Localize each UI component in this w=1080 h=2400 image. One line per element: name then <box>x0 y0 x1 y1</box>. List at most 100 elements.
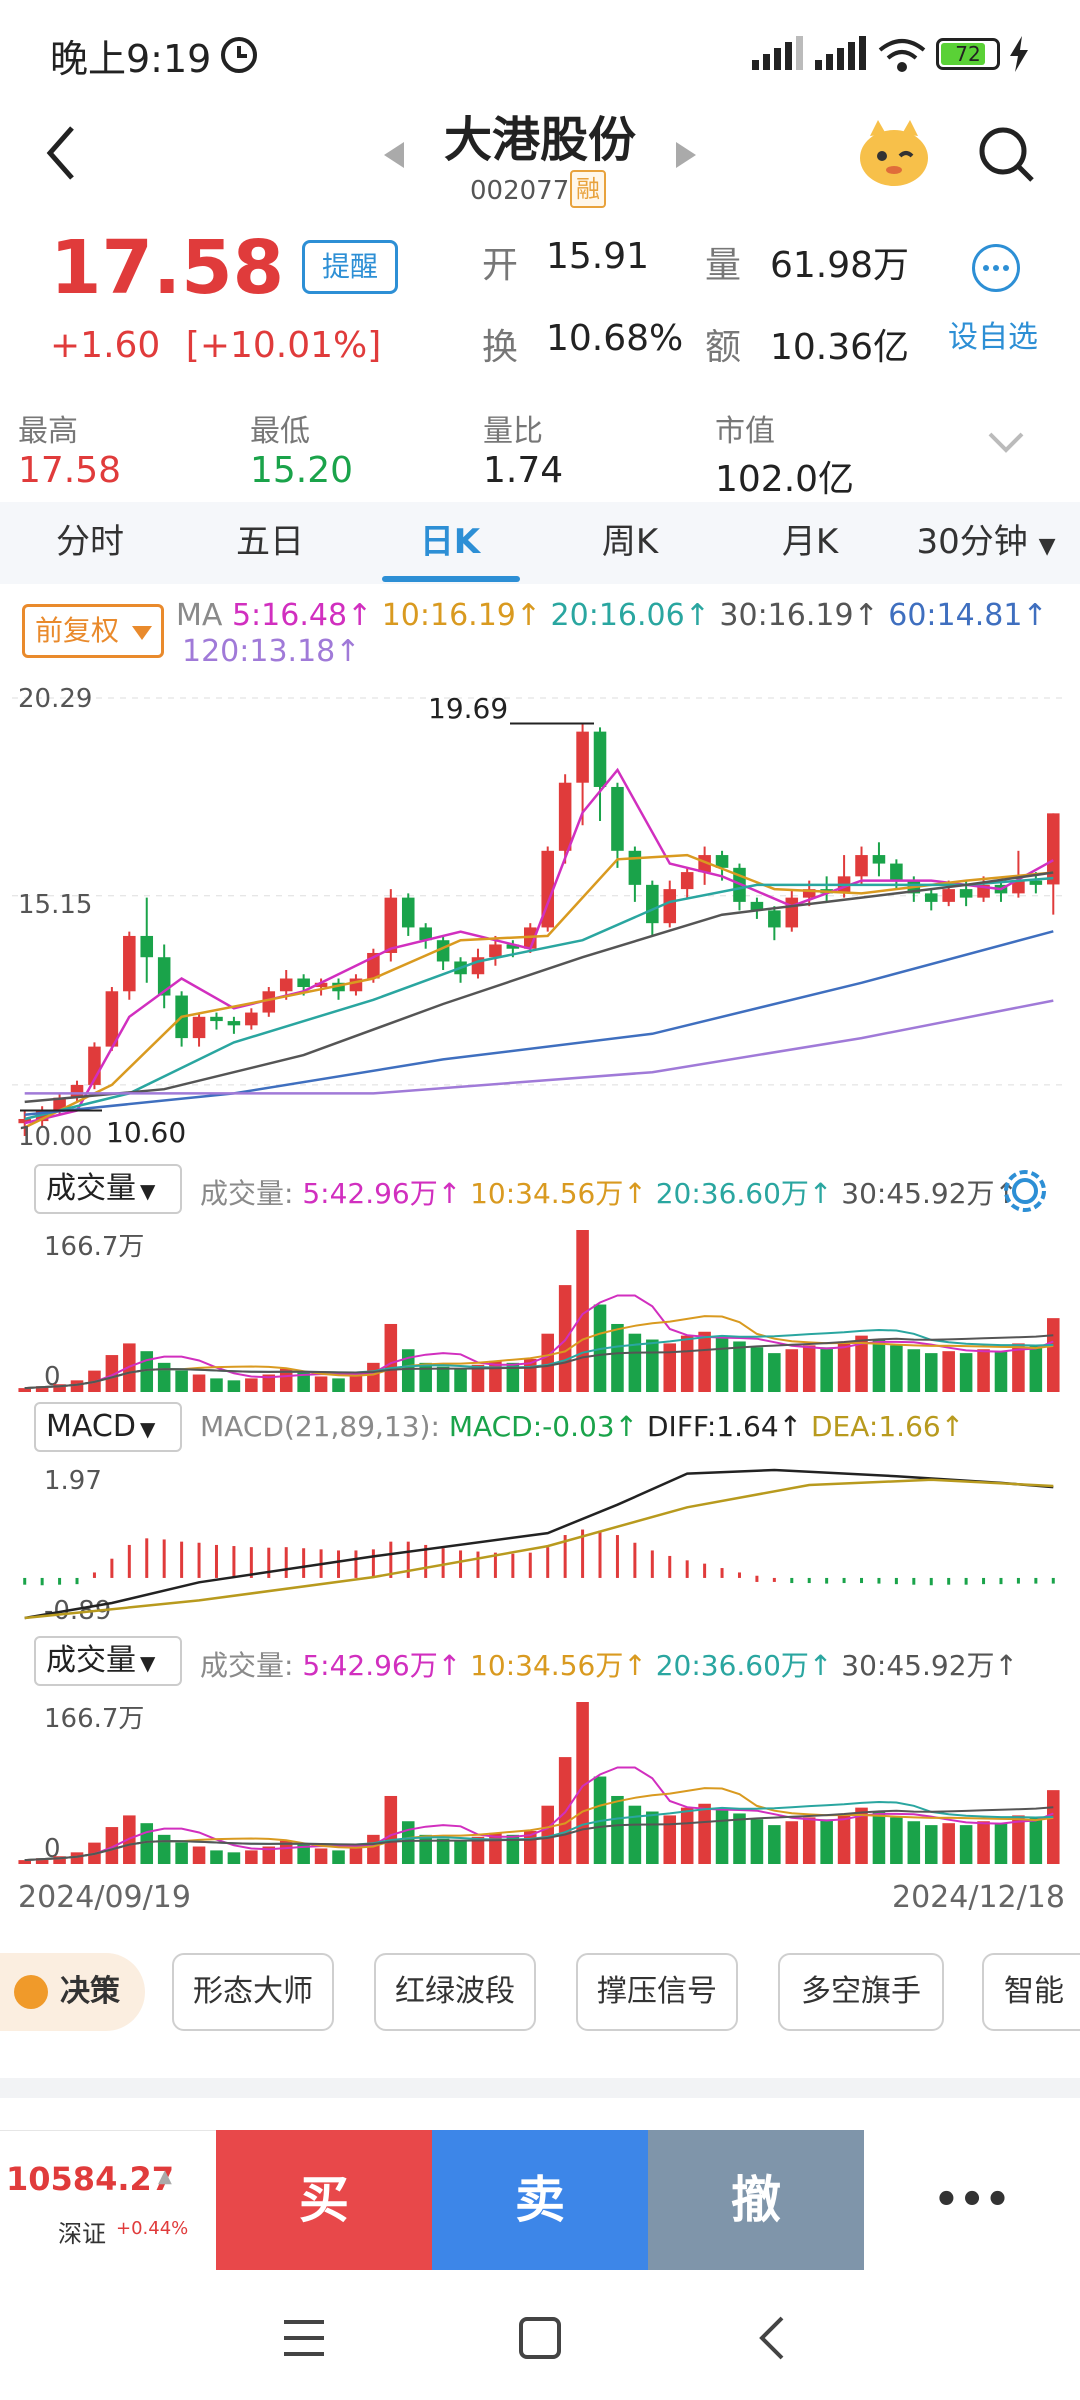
volume-indicator-label-2: 成交量 <box>46 1643 136 1678</box>
candle <box>1029 880 1043 885</box>
open-label: 开 <box>482 245 519 286</box>
volume-bar <box>332 1378 345 1392</box>
index-up-icon: ▲ <box>158 2166 172 2187</box>
nav-back-icon[interactable] <box>756 2314 786 2362</box>
axis-bottom-label: 10.00 <box>18 1122 93 1152</box>
mascot-icon[interactable] <box>856 118 932 190</box>
kline-chart[interactable] <box>0 670 1080 1158</box>
volume-indicator-dropdown[interactable]: 成交量 ▼ <box>34 1164 182 1214</box>
volume-bar <box>715 1809 729 1864</box>
index-pct: +0.44% <box>116 2218 189 2239</box>
volume-bar <box>1029 1345 1043 1392</box>
volume-bar <box>680 1807 694 1864</box>
index-name: 深证 <box>58 2220 106 2248</box>
candle <box>628 850 642 885</box>
stat-low-value: 15.20 <box>250 450 354 491</box>
volume-bar <box>454 1840 467 1864</box>
period-tabs: 分时 五日 日K 周K 月K 30分钟 ▼ <box>0 502 1080 584</box>
volume-legend-item: 30:45.92万↑ <box>832 1177 1018 1210</box>
volume-bar <box>698 1331 711 1392</box>
volume-bar <box>994 1823 1008 1864</box>
volume-bar <box>872 1811 886 1864</box>
volume-bar <box>436 1366 450 1392</box>
home-icon[interactable] <box>518 2316 562 2360</box>
stat-high-value: 17.58 <box>18 450 122 491</box>
volume-bar <box>384 1323 398 1392</box>
macd-chart[interactable] <box>0 1456 1080 1628</box>
tab-weekly-k[interactable]: 周K <box>570 502 690 584</box>
tab-monthly-k[interactable]: 月K <box>750 502 870 584</box>
index-value[interactable]: 10584.27 <box>6 2160 174 2198</box>
stat-volratio-value: 1.74 <box>483 450 564 491</box>
ma120-legend: 120:13.18↑ <box>182 634 361 669</box>
tab-daily-k[interactable]: 日K <box>390 502 510 584</box>
chip-support-signal[interactable]: 撑压信号 <box>576 1953 738 2031</box>
candle <box>123 935 136 992</box>
menu-icon[interactable] <box>282 2318 326 2358</box>
volume-bar <box>733 1341 746 1392</box>
signal-icon <box>752 36 803 70</box>
cancel-order-button[interactable]: 撤 <box>648 2130 864 2270</box>
volume-bar <box>646 1339 659 1392</box>
stat-volratio-label: 量比 <box>483 414 543 449</box>
volume-bar <box>227 1380 241 1392</box>
volume-chart[interactable] <box>0 1220 1080 1396</box>
volume-legend-item: 20:36.60万↑ <box>646 1177 833 1210</box>
chip-pattern-master[interactable]: 形态大师 <box>172 1953 334 2031</box>
price-change-value: +1.60 <box>50 325 161 366</box>
volume-bar <box>663 1343 677 1392</box>
volume-bar <box>314 1848 328 1864</box>
volume-bar <box>192 1374 206 1392</box>
volume-bar <box>245 1378 258 1392</box>
volume-bar <box>1029 1817 1043 1864</box>
volume-bar <box>907 1821 921 1864</box>
buy-button[interactable]: 买 <box>216 2130 432 2270</box>
volume-bar <box>715 1337 729 1392</box>
amount-label: 额 <box>705 327 742 368</box>
status-bar: 晚上9:19 72 <box>0 0 1080 100</box>
next-stock-icon[interactable] <box>674 140 698 170</box>
volume-bar <box>332 1850 345 1864</box>
dropdown-icon: ▼ <box>140 1651 156 1675</box>
watchlist-icon[interactable] <box>972 244 1020 292</box>
candle <box>646 884 659 924</box>
macd-indicator-dropdown[interactable]: MACD ▼ <box>34 1402 182 1452</box>
tab-intraday[interactable]: 分时 <box>30 502 150 584</box>
sell-button[interactable]: 卖 <box>432 2130 648 2270</box>
volume-chart-2[interactable] <box>0 1692 1080 1868</box>
candle <box>855 855 868 877</box>
chip-red-green-band[interactable]: 红绿波段 <box>374 1953 536 2031</box>
alarm-icon <box>221 37 257 73</box>
more-button[interactable]: ••• <box>864 2130 1080 2270</box>
dea-value: DEA:1.66↑ <box>811 1410 965 1443</box>
remind-button[interactable]: 提醒 <box>302 240 398 294</box>
candle <box>140 935 154 958</box>
add-watchlist-button[interactable]: 设自选 <box>948 312 1038 356</box>
search-icon[interactable] <box>976 124 1036 184</box>
stat-high-label: 最高 <box>18 414 78 449</box>
decision-button[interactable]: 决策 <box>0 1953 145 2031</box>
dropdown-icon: ▼ <box>140 1179 156 1203</box>
candle <box>279 978 293 992</box>
volume-indicator-dropdown-2[interactable]: 成交量 ▼ <box>34 1636 182 1686</box>
chip-bull-bear[interactable]: 多空旗手 <box>778 1953 944 2031</box>
volume-bar <box>646 1811 659 1864</box>
volume-bar <box>1047 1790 1060 1864</box>
volume-bar <box>890 1345 903 1392</box>
volume-legend: 成交量: 5:42.96万↑ 10:34.56万↑ 20:36.60万↑ 30:… <box>200 1172 1018 1212</box>
tab-five-day[interactable]: 五日 <box>210 502 330 584</box>
volume-bar <box>924 1825 938 1864</box>
tab-30min[interactable]: 30分钟 ▼ <box>906 502 1066 584</box>
hd-signal-icon <box>815 36 866 70</box>
expand-chevron-icon[interactable] <box>986 430 1026 454</box>
volume-bar <box>924 1353 938 1392</box>
macd-legend: MACD(21,89,13): MACD:-0.03↑ DIFF:1.64↑ D… <box>200 1410 964 1443</box>
volume-value: 61.98万 <box>770 245 910 286</box>
volume-bar <box>245 1850 258 1864</box>
candle <box>245 1012 258 1026</box>
settings-gear-icon[interactable] <box>1000 1166 1050 1216</box>
volume-legend-item: 10:34.56万↑ <box>461 1177 647 1210</box>
volume-bar <box>768 1825 781 1864</box>
adjust-dropdown[interactable]: 前复权 <box>22 604 164 658</box>
chip-smart[interactable]: 智能 <box>982 1953 1080 2031</box>
